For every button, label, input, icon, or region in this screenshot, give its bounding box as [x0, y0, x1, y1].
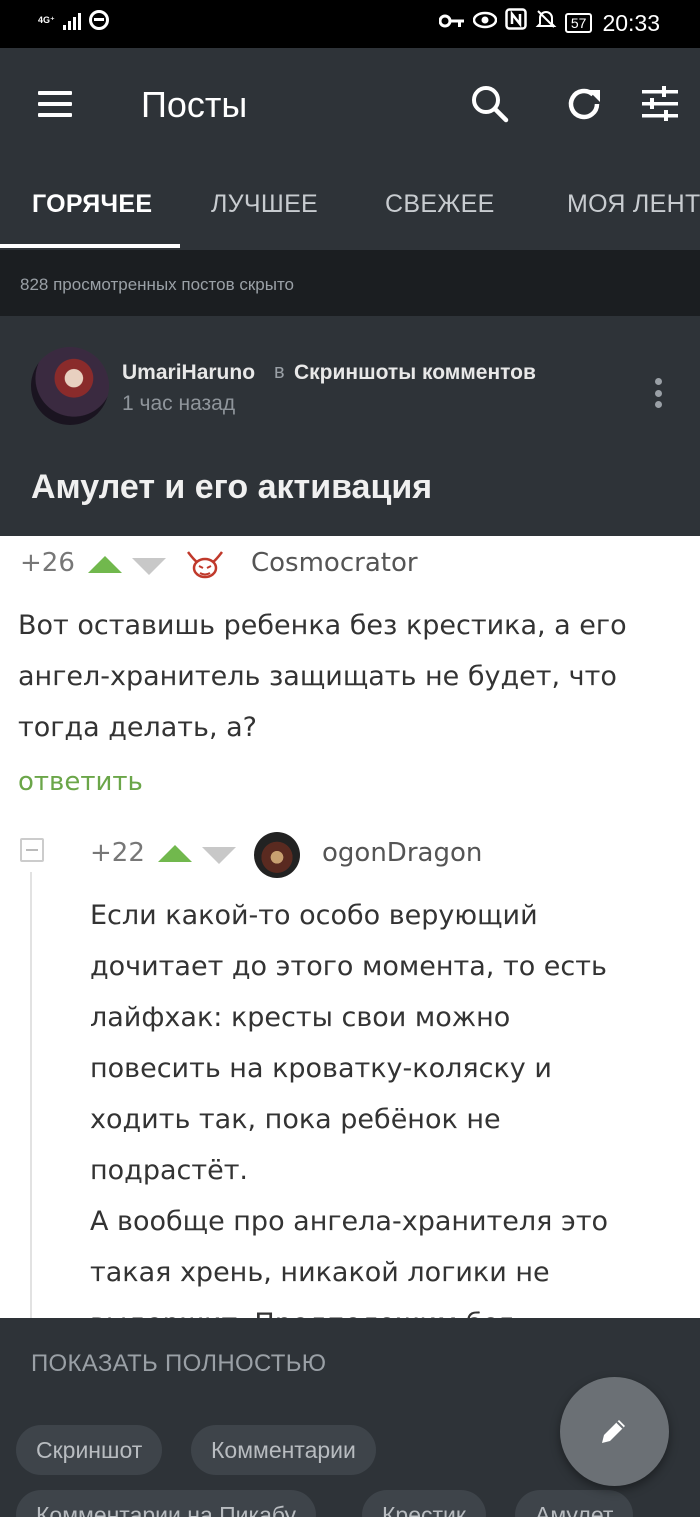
more-options-icon[interactable] — [654, 378, 662, 408]
network-type: 4G⁺ — [38, 14, 55, 25]
comment-line: А вообще про ангела-хранителя это — [90, 1206, 609, 1237]
commenter-avatar — [254, 832, 300, 878]
comment-line: выдержит. Предположим бог — [90, 1298, 608, 1318]
clock: 20:33 — [602, 9, 660, 36]
comment-rating: +26 — [20, 548, 75, 578]
comment-line: ходить так, пока ребёнок не — [90, 1104, 501, 1135]
signal-icon — [62, 10, 81, 30]
post-title[interactable]: Амулет и его активация — [31, 468, 432, 507]
active-tab-indicator — [0, 244, 180, 248]
hotspot-icon — [88, 10, 109, 30]
key-icon — [438, 9, 465, 37]
comment-line: Если какой-то особо верующий — [90, 900, 538, 931]
status-bar: 4G⁺ 57 20:33 — [0, 0, 700, 48]
menu-icon[interactable] — [38, 91, 72, 117]
tag-chip[interactable]: Скриншот — [16, 1425, 163, 1475]
comment-line: лайфхак: кресты свои можно — [90, 1002, 511, 1033]
page-title: Посты — [141, 84, 248, 125]
comment-text: Вот оставишь ребенка без крестика, а его… — [18, 600, 627, 753]
comment-username: ogonDragon — [322, 838, 483, 868]
downvote-icon — [132, 558, 166, 575]
author-name[interactable]: UmariHaruno — [122, 361, 255, 385]
upvote-icon — [88, 556, 122, 573]
eye-icon — [472, 9, 498, 37]
thread-line — [30, 872, 32, 1318]
pencil-icon — [602, 1420, 625, 1443]
comment-line: ангел-хранитель защищать не будет, что — [18, 661, 617, 692]
comment-line: тогда делать, а? — [18, 712, 257, 743]
upvote-icon — [158, 845, 192, 862]
create-post-button[interactable] — [560, 1377, 669, 1486]
battery-indicator: 57 — [564, 13, 593, 33]
comment-line: такая хрень, никакой логики не — [90, 1257, 550, 1288]
comment-line: подрастёт. — [90, 1155, 249, 1186]
hidden-posts-text: 828 просмотренных постов скрыто — [20, 275, 295, 294]
nfc-icon — [505, 8, 527, 38]
tab-bar: ГОРЯЧЕЕ ЛУЧШЕЕ СВЕЖЕЕ МОЯ ЛЕНТ — [0, 160, 700, 250]
tab-my-feed[interactable]: МОЯ ЛЕНТ — [567, 190, 700, 219]
post-image[interactable]: +26 Cosmocrator Вот оставишь ребенка без… — [0, 536, 700, 1318]
community-link[interactable]: Скриншоты комментов — [294, 361, 536, 385]
comment-line: Вот оставишь ребенка без крестика, а его — [18, 610, 627, 641]
app-bar: Посты — [0, 48, 700, 160]
tag-chip[interactable]: Комментарии на Пикабу — [16, 1490, 317, 1517]
reply-link: ответить — [18, 767, 143, 797]
tab-hot[interactable]: ГОРЯЧЕЕ — [32, 190, 152, 219]
bell-off-icon — [535, 8, 557, 38]
refresh-icon[interactable] — [564, 84, 604, 124]
search-icon[interactable] — [470, 84, 510, 124]
tag-chip[interactable]: Амулет — [515, 1490, 634, 1517]
comment-rating: +22 — [90, 838, 145, 868]
post-header: UmariHaruno в Скриншоты комментов 1 час … — [0, 316, 700, 536]
author-avatar[interactable] — [31, 347, 109, 425]
filter-icon[interactable] — [640, 84, 680, 124]
comment-username: Cosmocrator — [251, 548, 418, 578]
tab-best[interactable]: ЛУЧШЕЕ — [211, 190, 318, 219]
comment-line: дочитает до этого момента, то есть — [90, 951, 607, 982]
comment-text: Если какой-то особо верующий дочитает до… — [90, 890, 608, 1318]
show-full-button[interactable]: ПОКАЗАТЬ ПОЛНОСТЬЮ — [31, 1350, 326, 1378]
hidden-posts-notice[interactable]: 828 просмотренных постов скрыто — [0, 250, 700, 316]
downvote-icon — [202, 847, 236, 864]
tag-chip[interactable]: Комментарии — [191, 1425, 376, 1475]
comment-line: повесить на кроватку-коляску и — [90, 1053, 552, 1084]
collapse-icon — [20, 838, 44, 862]
tag-chip[interactable]: Крестик — [362, 1490, 486, 1517]
tab-fresh[interactable]: СВЕЖЕЕ — [385, 190, 495, 219]
post-time: 1 час назад — [122, 392, 236, 415]
in-label: в — [274, 361, 285, 383]
devil-icon — [184, 550, 226, 580]
